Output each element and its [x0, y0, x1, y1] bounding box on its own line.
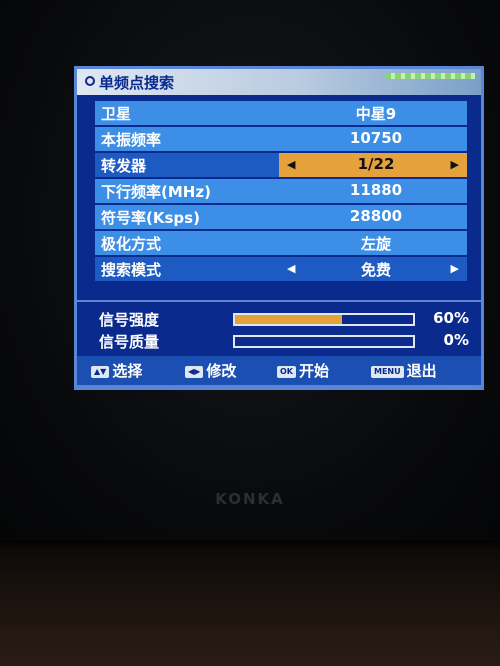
help-exit: MENU 退出 [371, 360, 437, 381]
menu-item-polarization[interactable]: 极化方式 左旋 [95, 231, 467, 255]
menu-item-satellite[interactable]: 卫星 中星9 [95, 101, 467, 125]
up-down-key-icon: ▲▼ [91, 366, 110, 378]
signal-strength-row: 信号强度 60% [99, 308, 469, 330]
title-decoration [385, 73, 475, 79]
signal-quality-value: 0% [443, 331, 469, 349]
menu-item-label: 极化方式 [101, 235, 162, 253]
menu-item-value: 左旋 [360, 235, 391, 253]
menu-item-label: 卫星 [101, 105, 132, 123]
menu-item-value: 28800 [349, 207, 403, 225]
menu-item-value: 免费 [360, 261, 391, 279]
menu-item-value: 11880 [349, 181, 403, 199]
settings-list: 卫星 中星9 本振频率 10750 转发器 ◀ 1/22 ▶ 下行频率(MHz)… [95, 101, 467, 283]
signal-quality-label: 信号质量 [99, 333, 160, 351]
help-label: 修改 [206, 362, 237, 380]
menu-item-label: 本振频率 [101, 131, 162, 149]
floor [0, 540, 500, 666]
help-label: 退出 [406, 362, 437, 380]
signal-strength-value: 60% [433, 309, 469, 327]
menu-item-label: 转发器 [101, 157, 147, 175]
menu-item-value: 10750 [349, 129, 403, 147]
help-label: 开始 [299, 362, 330, 380]
arrow-right-icon[interactable]: ▶ [451, 158, 459, 171]
help-modify: ◀▶ 修改 [185, 360, 236, 381]
help-select: ▲▼ 选择 [91, 360, 142, 381]
page-title: 单频点搜索 [99, 74, 175, 92]
menu-item-value: 中星9 [355, 105, 397, 123]
signal-strength-label: 信号强度 [99, 311, 160, 329]
help-label: 选择 [112, 362, 143, 380]
menu-item-value: 1/22 [357, 155, 395, 173]
menu-item-search-mode[interactable]: 搜索模式 ◀ 免费 ▶ [95, 257, 467, 281]
arrow-right-icon[interactable]: ▶ [451, 262, 459, 275]
menu-item-label: 搜索模式 [101, 261, 162, 279]
menu-item-lo-frequency[interactable]: 本振频率 10750 [95, 127, 467, 151]
menu-item-transponder[interactable]: 转发器 ◀ 1/22 ▶ [95, 153, 467, 177]
signal-panel: 信号强度 60% 信号质量 0% [74, 300, 484, 356]
ok-key-icon: OK [277, 366, 296, 378]
brand-logo: KONKA [215, 490, 285, 508]
signal-strength-fill [235, 315, 342, 324]
menu-item-label: 下行频率(MHz) [101, 183, 211, 201]
left-right-key-icon: ◀▶ [185, 366, 204, 378]
menu-item-symbol-rate[interactable]: 符号率(Ksps) 28800 [95, 205, 467, 229]
help-start: OK 开始 [277, 360, 329, 381]
menu-item-downlink-frequency[interactable]: 下行频率(MHz) 11880 [95, 179, 467, 203]
menu-key-icon: MENU [371, 366, 404, 378]
signal-strength-bar [233, 313, 415, 326]
signal-quality-row: 信号质量 0% [99, 330, 469, 352]
title-bar: 单频点搜索 [77, 69, 481, 95]
menu-title-icon [85, 76, 95, 86]
menu-item-label: 符号率(Ksps) [101, 209, 200, 227]
signal-quality-bar [233, 335, 415, 348]
help-bar: ▲▼ 选择 ◀▶ 修改 OK 开始 MENU 退出 [74, 356, 484, 388]
